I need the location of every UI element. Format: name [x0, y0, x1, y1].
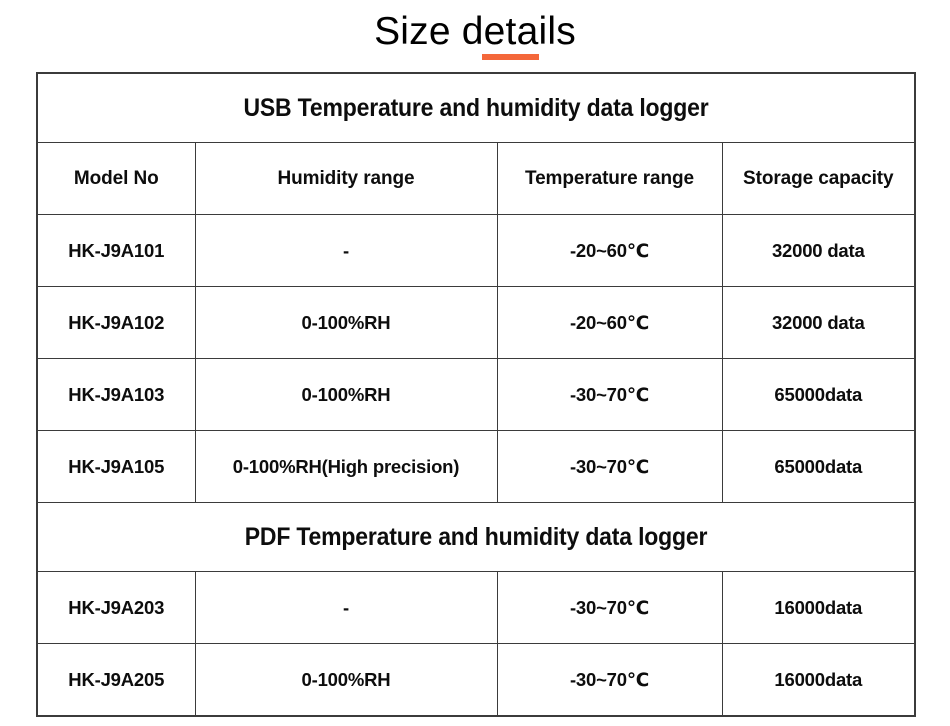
cell-temperature: -20~60℃: [496, 286, 723, 359]
section-banner-usb: USB Temperature and humidity data logger: [71, 72, 881, 143]
section-banner-row: PDF Temperature and humidity data logger: [37, 502, 915, 572]
column-header-humidity: Humidity range: [194, 142, 498, 215]
cell-temperature: -30~70℃: [496, 358, 723, 431]
cell-humidity: 0-100%RH: [194, 358, 498, 431]
column-header-storage: Storage capacity: [721, 142, 916, 215]
cell-model: HK-J9A102: [36, 286, 196, 359]
cell-humidity: 0-100%RH(High precision): [194, 430, 498, 503]
cell-storage: 16000data: [721, 571, 916, 644]
table-row: HK-J9A102 0-100%RH -20~60℃ 32000 data: [36, 286, 916, 359]
cell-model: HK-J9A101: [36, 214, 196, 287]
table-row: HK-J9A203 - -30~70℃ 16000data: [36, 571, 916, 644]
size-details-page: Size details USB Temperature and humidit…: [0, 0, 950, 726]
section-banner-row: USB Temperature and humidity data logger: [37, 72, 915, 143]
cell-humidity: -: [194, 571, 498, 644]
cell-humidity: 0-100%RH: [194, 286, 498, 359]
cell-temperature: -30~70℃: [496, 571, 723, 644]
cell-storage: 65000data: [721, 358, 916, 431]
section-banner-pdf: PDF Temperature and humidity data logger: [71, 502, 881, 572]
cell-temperature: -20~60℃: [496, 214, 723, 287]
cell-model: HK-J9A103: [36, 358, 196, 431]
column-header-model: Model No: [36, 142, 196, 215]
cell-temperature: -30~70℃: [496, 643, 723, 717]
cell-temperature: -30~70℃: [496, 430, 723, 503]
table-row: HK-J9A103 0-100%RH -30~70℃ 65000data: [36, 358, 916, 431]
table-row: HK-J9A205 0-100%RH -30~70℃ 16000data: [36, 643, 916, 717]
table-header-row: Model No Humidity range Temperature rang…: [36, 142, 916, 215]
cell-storage: 65000data: [721, 430, 916, 503]
title-accent-underline: [482, 53, 540, 60]
table-row: HK-J9A101 - -20~60℃ 32000 data: [36, 214, 916, 287]
column-header-temperature: Temperature range: [496, 142, 723, 215]
cell-humidity: -: [194, 214, 498, 287]
page-title-text: Size details: [374, 9, 576, 53]
spec-table-container: USB Temperature and humidity data logger…: [36, 72, 917, 717]
cell-storage: 32000 data: [721, 286, 916, 359]
page-title: Size details: [374, 9, 576, 60]
cell-model: HK-J9A205: [36, 643, 196, 717]
table-row: HK-J9A105 0-100%RH(High precision) -30~7…: [36, 430, 916, 503]
cell-model: HK-J9A203: [36, 571, 196, 644]
spec-table: USB Temperature and humidity data logger…: [36, 72, 917, 717]
cell-model: HK-J9A105: [36, 430, 196, 503]
cell-storage: 32000 data: [721, 214, 916, 287]
cell-humidity: 0-100%RH: [194, 643, 498, 717]
page-title-container: Size details: [0, 0, 950, 62]
cell-storage: 16000data: [721, 643, 916, 717]
